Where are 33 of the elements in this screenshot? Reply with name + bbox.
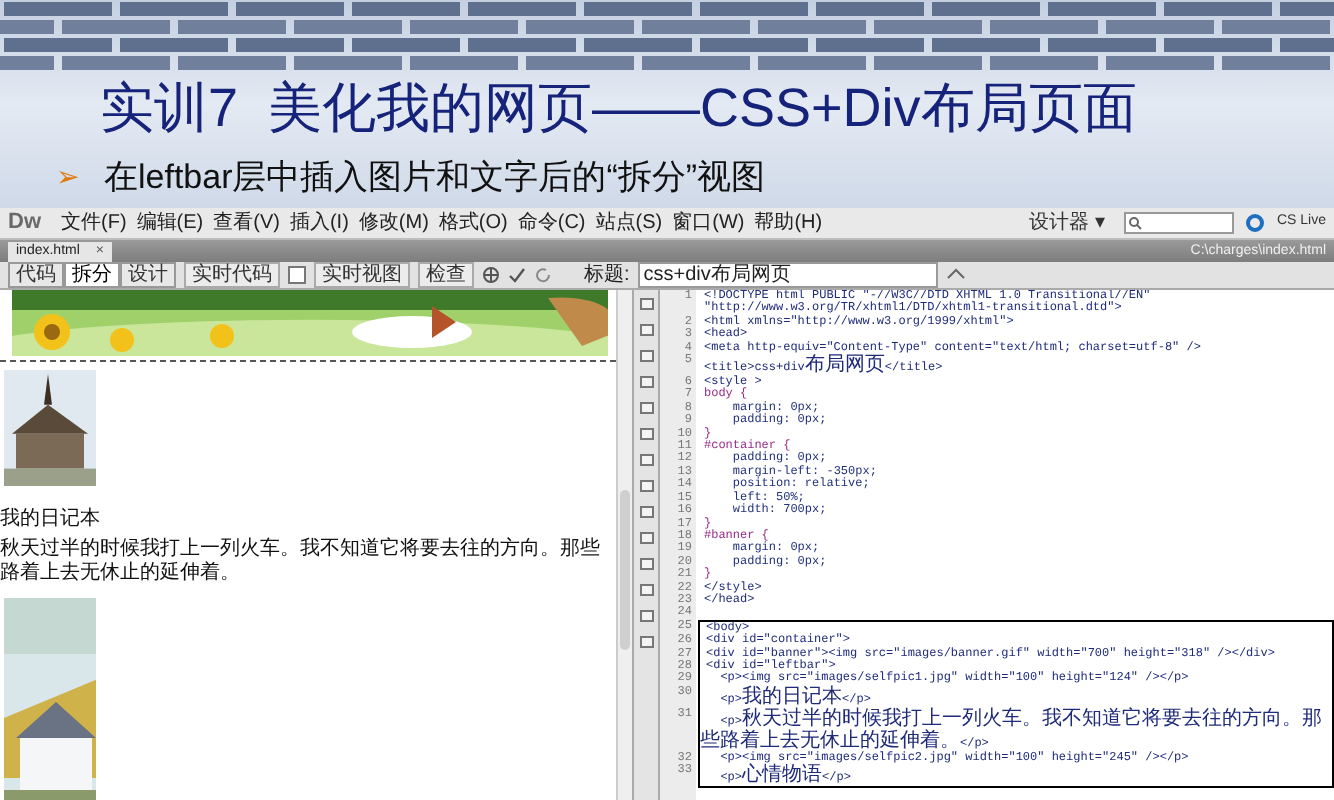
title-label: 标题: bbox=[584, 261, 630, 290]
app-logo[interactable]: Dw bbox=[8, 206, 41, 240]
menu-item[interactable]: 插入(I) bbox=[289, 211, 349, 235]
search-icon bbox=[1128, 216, 1143, 230]
search-field[interactable] bbox=[1124, 212, 1235, 234]
scrollbar[interactable] bbox=[616, 290, 632, 800]
title-field[interactable]: css+div布局网页 bbox=[637, 262, 938, 288]
view-tab[interactable]: 代码 bbox=[8, 262, 64, 288]
cs-live-icon[interactable] bbox=[1246, 214, 1265, 232]
slide-title: 实训7 美化我的网页——CSS+Div布局页面 bbox=[100, 76, 1137, 140]
window-icon[interactable] bbox=[288, 266, 306, 284]
view-tab[interactable]: 设计 bbox=[120, 262, 176, 288]
toolbar-button[interactable]: 实时视图 bbox=[314, 262, 410, 288]
globe-icon[interactable] bbox=[482, 266, 500, 284]
menu-item[interactable]: 查看(V) bbox=[213, 211, 280, 235]
check-icon[interactable] bbox=[508, 266, 526, 284]
menu-item[interactable]: 命令(C) bbox=[517, 211, 586, 235]
bullet-marker: ➢ bbox=[56, 158, 80, 197]
menu-item[interactable]: 窗口(W) bbox=[672, 211, 745, 235]
refresh-icon[interactable] bbox=[534, 266, 552, 284]
menu-item[interactable]: 编辑(E) bbox=[136, 211, 204, 235]
menu-item[interactable]: 帮助(H) bbox=[754, 211, 823, 235]
paragraph: 我的日记本 bbox=[0, 508, 102, 532]
toolbar-button[interactable]: 实时代码 bbox=[184, 262, 280, 288]
menu-item[interactable]: 文件(F) bbox=[61, 211, 127, 235]
menu-item[interactable]: 修改(M) bbox=[358, 211, 429, 235]
view-tab[interactable]: 拆分 bbox=[64, 262, 120, 288]
slide-bullet: 在leftbar层中插入图片和文字后的“拆分”视图 bbox=[104, 156, 766, 200]
paragraph: 秋天过半的时候我打上一列火车。我不知道它将要去往的方向。那些路着上去无休止的延伸着。 bbox=[0, 538, 602, 586]
menu-item[interactable]: 格式(O) bbox=[438, 211, 508, 235]
menu-item[interactable]: 站点(S) bbox=[595, 211, 663, 235]
toolbar-button[interactable]: 检查 bbox=[418, 262, 474, 288]
workspace-switcher[interactable]: 设计器 ▾ bbox=[1021, 208, 1113, 238]
